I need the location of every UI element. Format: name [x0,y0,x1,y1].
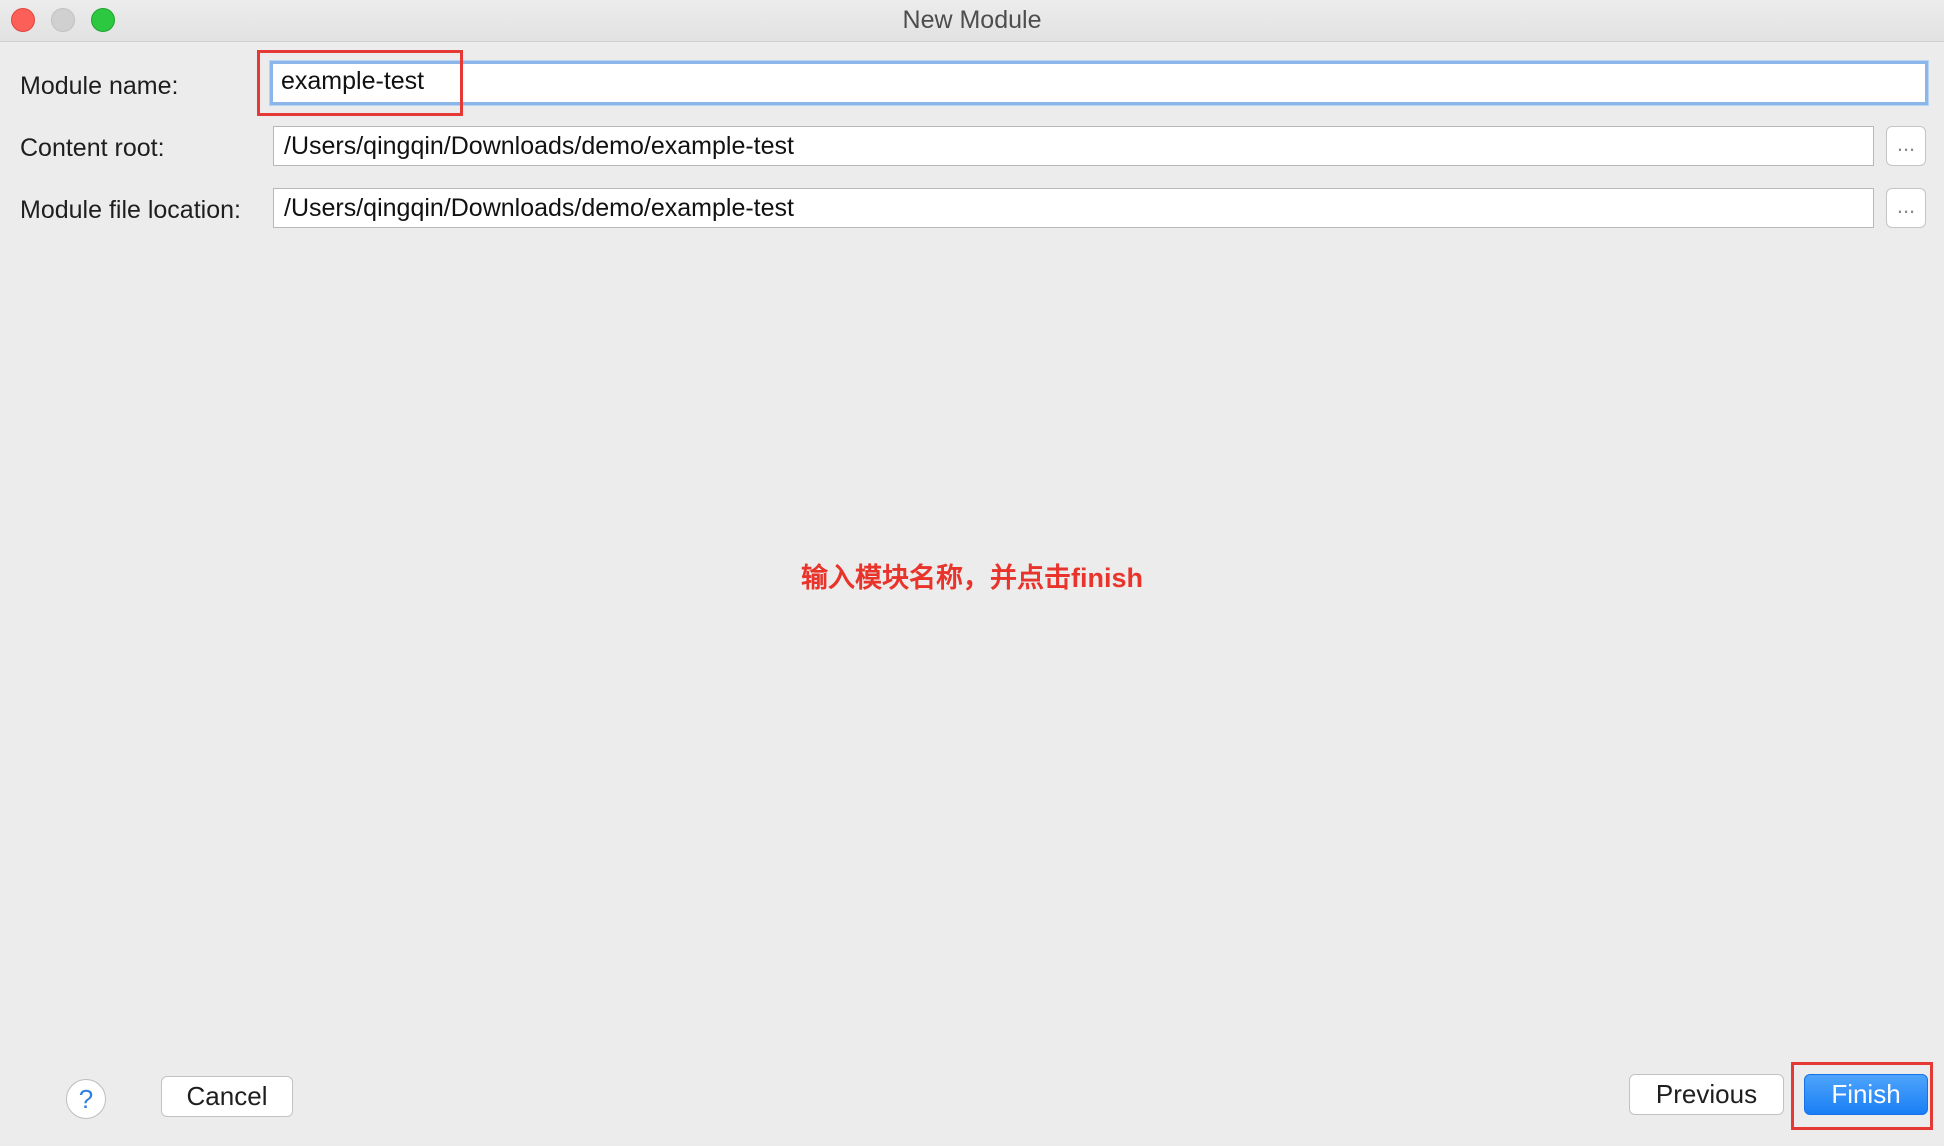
module-name-label: Module name: [20,72,179,100]
content-root-label: Content root: [20,134,165,162]
content-root-browse-button[interactable]: ... [1886,126,1926,166]
help-icon[interactable]: ? [66,1079,106,1119]
instruction-annotation: 输入模块名称，并点击finish [801,563,1143,593]
window-title: New Module [902,6,1042,34]
module-file-location-label: Module file location: [20,196,241,224]
module-file-location-input[interactable]: /Users/qingqin/Downloads/demo/example-te… [273,188,1874,228]
content-root-input[interactable]: /Users/qingqin/Downloads/demo/example-te… [273,126,1874,166]
title-bar: New Module [0,0,1944,42]
module-name-input[interactable]: example-test [270,61,1928,105]
module-name-highlight-box [257,50,463,116]
module-file-location-browse-button[interactable]: ... [1886,188,1926,228]
cancel-button[interactable]: Cancel [161,1076,293,1117]
previous-button[interactable]: Previous [1629,1074,1784,1115]
finish-button[interactable]: Finish [1804,1074,1928,1115]
